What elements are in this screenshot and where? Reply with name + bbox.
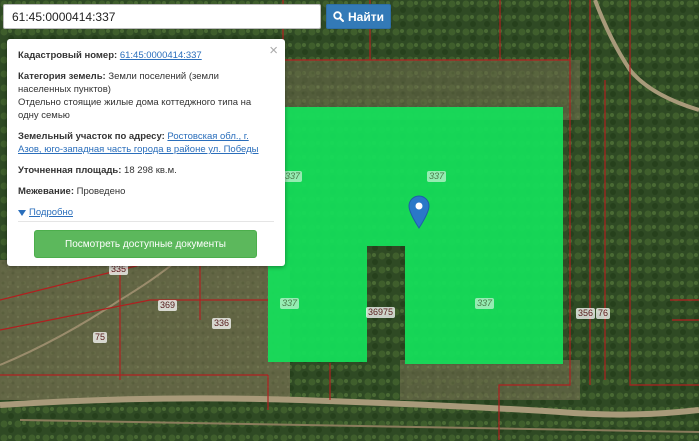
triangle-down-icon [18,209,26,216]
address-link-1[interactable]: Ростовская обл., г. [167,131,248,142]
search-input[interactable] [3,4,321,29]
cadastral-number-row: Кадастровый номер: 61:45:0000414:337 [18,49,273,62]
view-documents-button[interactable]: Посмотреть доступные документы [34,230,257,258]
survey-label: Межевание: [18,186,74,197]
parcel-label-75: 75 [93,332,108,343]
parcel-label-36975: 36975 [366,307,396,318]
land-category-value-2: населенных пунктов) [18,84,111,95]
survey-value: Проведено [76,186,126,197]
address-row: Земельный участок по адресу: Ростовская … [18,130,273,156]
land-usage-value-1: Отдельно стоящие жилые дома коттеджного … [18,97,252,108]
parcel-label-369: 369 [158,300,178,311]
popup-divider [18,221,274,222]
cadastral-number-label: Кадастровый номер: [18,50,118,61]
land-category-value-1: Земли поселений (земли [108,71,219,82]
parcel-label-337-bottom-right: 337 [475,298,495,309]
parcel-label-76: 76 [596,308,611,319]
search-icon [333,11,344,22]
parcel-label-337-bottom-left: 337 [280,298,300,309]
parcel-info-popup: × Кадастровый номер: 61:45:0000414:337 К… [7,39,285,266]
close-icon[interactable]: × [269,43,278,58]
search-button-label: Найти [348,9,384,24]
cadastral-number-link[interactable]: 61:45:0000414:337 [120,50,202,61]
area-label: Уточненная площадь: [18,165,122,176]
address-link-2[interactable]: Азов, юго-западная часть города в районе… [18,144,259,155]
parcel-label-337-top: 337 [427,171,447,182]
selected-parcel [268,107,563,364]
parcel-label-337-left: 337 [283,171,303,182]
address-label: Земельный участок по адресу: [18,131,165,142]
survey-row: Межевание: Проведено [18,185,273,198]
parcel-label-356: 356 [576,308,596,319]
area-value: 18 298 кв.м. [124,165,177,176]
more-details-link[interactable]: Подробно [18,206,273,219]
parcel-label-336: 336 [212,318,232,329]
land-category-row: Категория земель: Земли поселений (земли… [18,70,273,122]
more-details-label[interactable]: Подробно [29,206,73,219]
land-category-label: Категория земель: [18,71,106,82]
land-usage-value-2: одну семью [18,110,70,121]
area-row: Уточненная площадь: 18 298 кв.м. [18,164,273,177]
search-button[interactable]: Найти [326,4,391,29]
